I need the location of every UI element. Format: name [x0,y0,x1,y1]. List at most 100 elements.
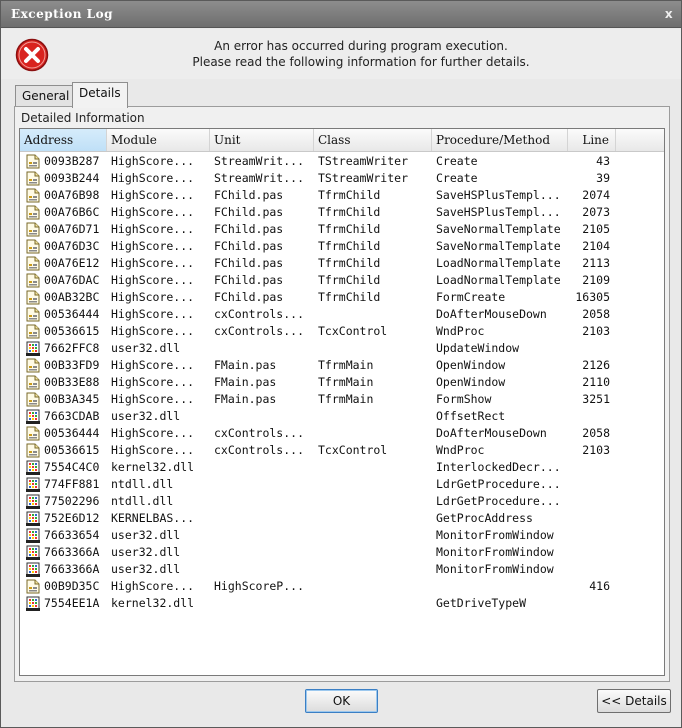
table-row[interactable]: 7663366A user32.dll MonitorFromWindow [20,561,664,578]
unit-icon [26,222,40,237]
class-cell: TStreamWriter [318,171,409,185]
unit-cell: FMain.pas [214,375,277,389]
module-cell: HighScore... [111,290,195,304]
unit-icon [26,392,40,407]
dll-icon [26,528,40,543]
unit-cell: FMain.pas [214,392,277,406]
module-cell: ntdll.dll [111,477,174,491]
address-cell: 0093B244 [44,171,100,185]
procedure-cell: MonitorFromWindow [436,545,554,559]
class-cell [318,527,430,544]
table-row[interactable]: 752E6D12 KERNELBAS... GetProcAddress [20,510,664,527]
unit-cell [214,510,312,527]
line-cell: 2126 [582,358,610,372]
module-cell: HighScore... [111,358,195,372]
table-row[interactable]: 0093B287 HighScore... StreamWrit... TStream… [20,153,664,170]
table-row[interactable]: 00AB32BC HighScore... FChild.pas TfrmChild F… [20,289,664,306]
table-row[interactable]: 0093B244 HighScore... StreamWrit... TStream… [20,170,664,187]
unit-cell: FChild.pas [214,222,284,236]
class-cell: TfrmMain [318,375,374,389]
ok-button[interactable]: OK [305,689,378,713]
table-row[interactable]: 00A76DAC HighScore... FChild.pas TfrmChild L… [20,272,664,289]
unit-cell: FChild.pas [214,273,284,287]
table-row[interactable]: 00A76B98 HighScore... FChild.pas TfrmChild S… [20,187,664,204]
class-cell [318,306,430,323]
table-row[interactable]: 00536615 HighScore... cxControls... TcxCont… [20,323,664,340]
class-cell [318,561,430,578]
table-row[interactable]: 7554EE1A kernel32.dll GetDriveTypeW [20,595,664,612]
table-row[interactable]: 00B33E88 HighScore... FMain.pas TfrmMain Ope… [20,374,664,391]
procedure-cell: LdrGetProcedure... [436,494,561,508]
line-cell: 2074 [582,188,610,202]
table-row[interactable]: 774FF881 ntdll.dll LdrGetProcedure... [20,476,664,493]
column-header-line[interactable]: Line [568,129,616,151]
table-row[interactable]: 00A76B6C HighScore... FChild.pas TfrmChild S… [20,204,664,221]
table-row[interactable]: 00B9D35C HighScore... HighScoreP... 416 [20,578,664,595]
class-cell [318,544,430,561]
window-title: Exception Log [11,7,113,21]
table-row[interactable]: 00536444 HighScore... cxControls... DoAfter… [20,306,664,323]
address-cell: 00B33FD9 [44,358,100,372]
address-cell: 76633654 [44,528,100,542]
column-header-unit[interactable]: Unit [210,129,314,151]
table-row[interactable]: 00A76D71 HighScore... FChild.pas TfrmChild S… [20,221,664,238]
table-row[interactable]: 76633654 user32.dll MonitorFromWindow [20,527,664,544]
procedure-cell: SaveNormalTemplate [436,239,561,253]
procedure-cell: OpenWindow [436,375,506,389]
table-row[interactable]: 7663CDAB user32.dll OffsetRect [20,408,664,425]
class-cell [318,510,430,527]
procedure-cell: MonitorFromWindow [436,528,554,542]
unit-cell [214,595,312,612]
line-cell [568,510,610,527]
tab-details[interactable]: Details [72,82,128,108]
unit-icon [26,579,40,594]
module-cell: HighScore... [111,307,195,321]
unit-cell: FChild.pas [214,239,284,253]
unit-cell: StreamWrit... [214,171,305,185]
address-cell: 00B9D35C [44,579,100,593]
close-icon[interactable]: x [661,6,677,22]
procedure-cell: Create [436,171,478,185]
table-row[interactable]: 00536615 HighScore... cxControls... TcxCont… [20,442,664,459]
table-row[interactable]: 7662FFC8 user32.dll UpdateWindow [20,340,664,357]
class-cell: TfrmMain [318,392,374,406]
line-cell: 43 [596,154,610,168]
title-bar[interactable]: Exception Log x [1,1,681,28]
table-row[interactable]: 7554C4C0 kernel32.dll InterlockedDecr... [20,459,664,476]
table-row[interactable]: 77502296 ntdll.dll LdrGetProcedure... [20,493,664,510]
procedure-cell: OpenWindow [436,358,506,372]
line-cell: 2103 [582,324,610,338]
class-cell: TfrmMain [318,358,374,372]
table-row[interactable]: 00A76E12 HighScore... FChild.pas TfrmChild L… [20,255,664,272]
class-cell [318,595,430,612]
address-cell: 00536615 [44,324,100,338]
line-cell [568,493,610,510]
error-message-line-1: An error has occurred during program exe… [214,39,508,53]
module-cell: user32.dll [111,409,181,423]
table-row[interactable]: 00536444 HighScore... cxControls... DoAfter… [20,425,664,442]
module-cell: user32.dll [111,341,181,355]
address-cell: 00B33E88 [44,375,100,389]
table-row[interactable]: 00B3A345 HighScore... FMain.pas TfrmMain For… [20,391,664,408]
class-cell [318,459,430,476]
module-cell: HighScore... [111,239,195,253]
table-row[interactable]: 7663366A user32.dll MonitorFromWindow [20,544,664,561]
unit-icon [26,154,40,169]
details-toggle-button[interactable]: << Details [597,689,671,713]
table-row[interactable]: 00B33FD9 HighScore... FMain.pas TfrmMain Ope… [20,357,664,374]
column-header-procedure[interactable]: Procedure/Method [432,129,568,151]
column-header-class[interactable]: Class [314,129,432,151]
column-header-address[interactable]: Address [20,129,107,151]
procedure-cell: DoAfterMouseDown [436,426,547,440]
line-cell [568,527,610,544]
address-cell: 00A76D3C [44,239,100,253]
column-header-module[interactable]: Module [107,129,210,151]
tab-general[interactable]: General [15,85,77,107]
exception-log-window: Exception Log x An error has occurred du… [0,0,682,728]
class-cell [318,578,430,595]
table-row[interactable]: 00A76D3C HighScore... FChild.pas TfrmChild S… [20,238,664,255]
stack-trace-grid[interactable]: Address Module Unit Class Procedure/Meth… [19,128,665,676]
class-cell: TfrmChild [318,222,381,236]
line-cell [568,544,610,561]
module-cell: HighScore... [111,154,195,168]
